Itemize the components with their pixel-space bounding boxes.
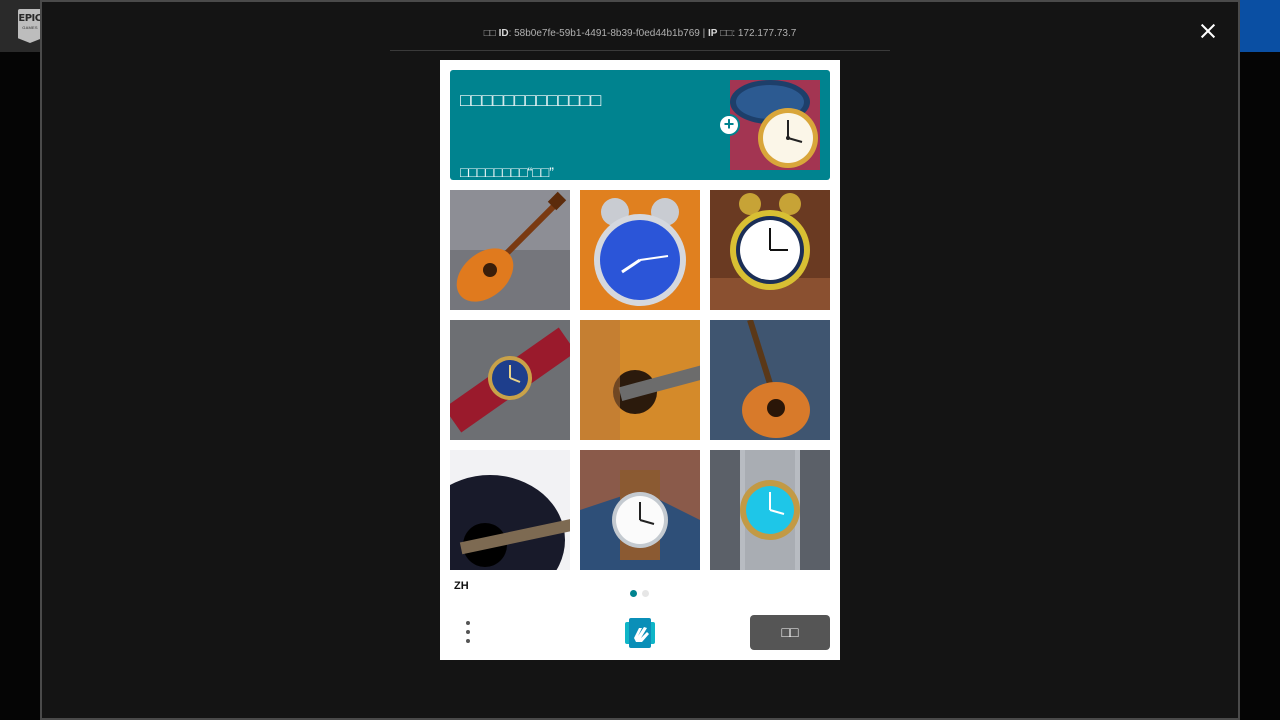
- ip-label: IP: [708, 28, 718, 39]
- tile-guitar-acoustic[interactable]: [580, 320, 700, 440]
- tile-alarm-clock-yellow[interactable]: [710, 190, 830, 310]
- language-selector[interactable]: ZH: [454, 580, 469, 592]
- prompt-subtitle: □□□□□□□□“□□”: [460, 164, 554, 180]
- logo-subtext: GAMES: [22, 25, 38, 30]
- captcha-modal: □□ ID: 58b0e7fe-59b1-4491-8b39-f0ed44b1b…: [40, 0, 1240, 720]
- captcha-challenge: □□□□□□□□□□□□□ □□□□□□□□“□□” + ZH □□: [440, 60, 840, 660]
- tile-alarm-clock-blue[interactable]: [580, 190, 700, 310]
- ip-suffix: □□:: [720, 28, 736, 39]
- tile-wristwatch-steel[interactable]: [710, 450, 830, 570]
- example-clock-image: [730, 80, 820, 170]
- background-blue-button: [1236, 0, 1280, 52]
- prompt-banner: □□□□□□□□□□□□□ □□□□□□□□“□□” +: [450, 70, 830, 180]
- separator: |: [702, 28, 706, 39]
- id-prefix: □□: [483, 28, 496, 39]
- logo-text: EPIC: [18, 13, 42, 24]
- add-icon: +: [718, 114, 740, 136]
- tile-guitar-blue-bg[interactable]: [710, 320, 830, 440]
- page-dot-1: [630, 590, 637, 597]
- ip-address: 172.177.73.7: [737, 28, 797, 39]
- close-icon[interactable]: [1197, 20, 1219, 42]
- id-label: ID: [498, 28, 509, 39]
- more-options-icon[interactable]: [462, 620, 474, 646]
- request-info: □□ ID: 58b0e7fe-59b1-4491-8b39-f0ed44b1b…: [483, 28, 797, 39]
- hcaptcha-logo-icon[interactable]: [623, 616, 657, 650]
- image-grid: [450, 190, 830, 570]
- tile-guitar-orange[interactable]: [450, 190, 570, 310]
- next-button[interactable]: □□: [750, 615, 830, 650]
- request-id: 58b0e7fe-59b1-4491-8b39-f0ed44b1b769: [514, 28, 700, 39]
- tile-wristwatch-red[interactable]: [450, 320, 570, 440]
- epic-games-logo: EPIC GAMES: [18, 9, 42, 43]
- page-dot-2: [642, 590, 649, 597]
- tile-wristwatch-white[interactable]: [580, 450, 700, 570]
- tile-guitar-black[interactable]: [450, 450, 570, 570]
- divider: [390, 50, 890, 51]
- prompt-title: □□□□□□□□□□□□□: [460, 90, 602, 110]
- page-indicator: [630, 590, 649, 597]
